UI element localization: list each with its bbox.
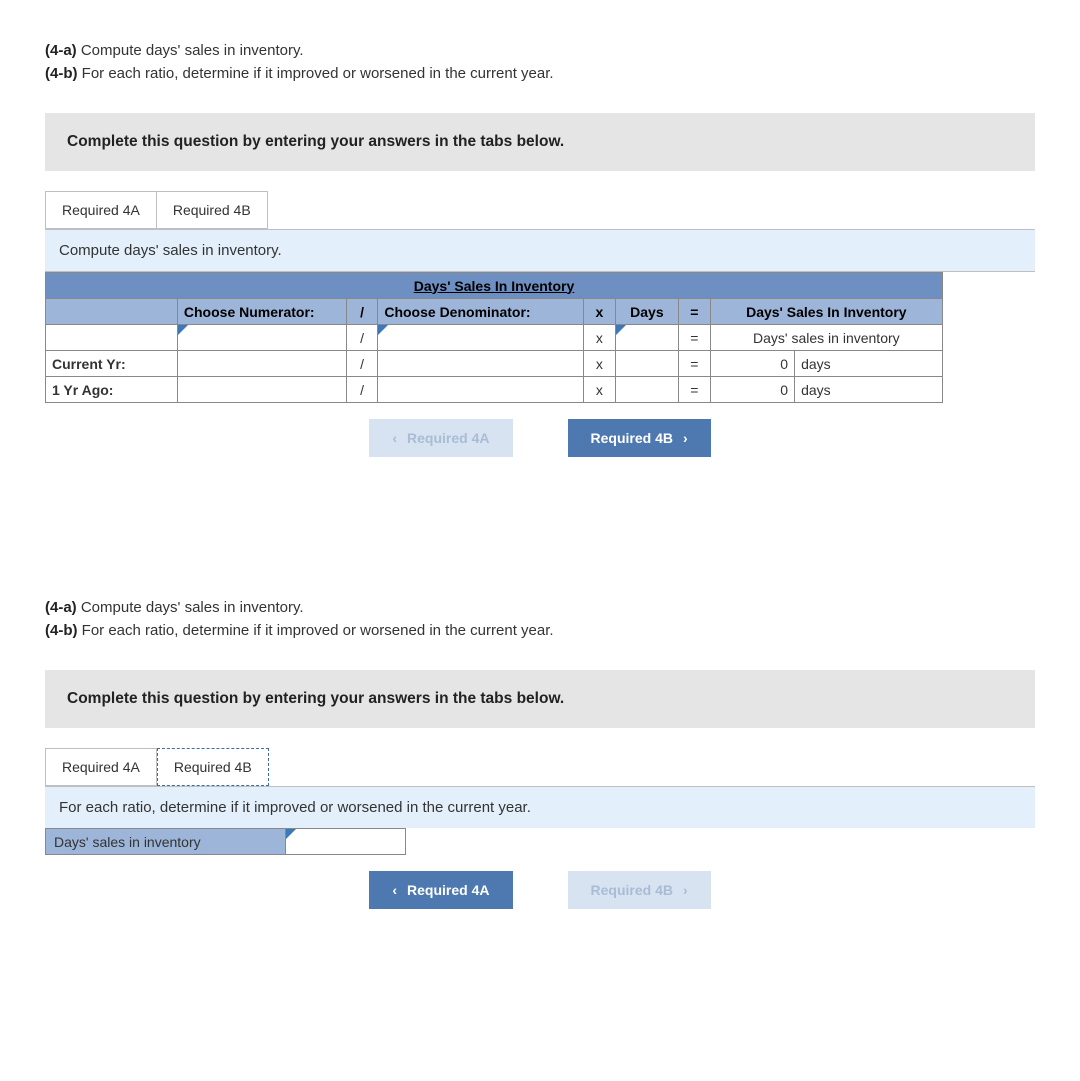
dropdown-icon bbox=[286, 829, 296, 839]
question-prompt: (4-a) Compute days' sales in inventory. … bbox=[45, 597, 1035, 642]
tag-4b: (4-b) bbox=[45, 65, 78, 82]
tab-required-4a[interactable]: Required 4A bbox=[45, 748, 157, 786]
prev-required-4a-button[interactable]: ‹ Required 4A bbox=[369, 871, 512, 909]
row2-x: x bbox=[584, 377, 616, 403]
next-required-4b-button: Required 4B › bbox=[568, 871, 711, 909]
next-label: Required 4B bbox=[591, 882, 673, 898]
table-title: Days' Sales In Inventory bbox=[46, 273, 943, 299]
hdr-eq: = bbox=[679, 299, 711, 325]
row0-denominator-input[interactable] bbox=[378, 325, 584, 351]
row1-slash: / bbox=[346, 351, 378, 377]
ratio-label: Days' sales in inventory bbox=[46, 829, 286, 855]
row2-eq: = bbox=[679, 377, 711, 403]
dropdown-icon bbox=[378, 325, 388, 335]
row0-result: Days' sales in inventory bbox=[710, 325, 942, 351]
row1-denominator-input[interactable] bbox=[378, 351, 584, 377]
sub-instruction: For each ratio, determine if it improved… bbox=[45, 786, 1035, 828]
instruction-bar: Complete this question by entering your … bbox=[45, 113, 1035, 171]
prev-label: Required 4A bbox=[407, 882, 489, 898]
row1-value: 0 bbox=[710, 351, 794, 377]
instruction-bar: Complete this question by entering your … bbox=[45, 670, 1035, 728]
days-sales-inventory-table: Days' Sales In Inventory Choose Numerato… bbox=[45, 272, 943, 403]
row1-x: x bbox=[584, 351, 616, 377]
row1-days-input[interactable] bbox=[615, 351, 678, 377]
row0-x: x bbox=[584, 325, 616, 351]
row0-label bbox=[46, 325, 178, 351]
dropdown-icon bbox=[178, 325, 188, 335]
row1-eq: = bbox=[679, 351, 711, 377]
row0-eq: = bbox=[679, 325, 711, 351]
row0-days-input[interactable] bbox=[615, 325, 678, 351]
tab-required-4a[interactable]: Required 4A bbox=[45, 191, 157, 229]
hdr-result: Days' Sales In Inventory bbox=[710, 299, 942, 325]
row1-numerator-input[interactable] bbox=[177, 351, 346, 377]
hdr-x: x bbox=[584, 299, 616, 325]
hdr-numerator: Choose Numerator: bbox=[177, 299, 346, 325]
next-label: Required 4B bbox=[591, 430, 673, 446]
hdr-days: Days bbox=[615, 299, 678, 325]
row2-denominator-input[interactable] bbox=[378, 377, 584, 403]
text-4a: Compute days' sales in inventory. bbox=[81, 599, 304, 616]
row0-slash: / bbox=[346, 325, 378, 351]
row2-slash: / bbox=[346, 377, 378, 403]
row2-value: 0 bbox=[710, 377, 794, 403]
hdr-slash: / bbox=[346, 299, 378, 325]
chevron-right-icon: › bbox=[683, 882, 688, 898]
row0-numerator-input[interactable] bbox=[177, 325, 346, 351]
row2-numerator-input[interactable] bbox=[177, 377, 346, 403]
text-4a: Compute days' sales in inventory. bbox=[81, 42, 304, 59]
text-4b: For each ratio, determine if it improved… bbox=[82, 65, 554, 82]
question-prompt: (4-a) Compute days' sales in inventory. … bbox=[45, 40, 1035, 85]
tag-4a: (4-a) bbox=[45, 599, 77, 616]
sub-instruction: Compute days' sales in inventory. bbox=[45, 229, 1035, 271]
nav-buttons-4a: ‹ Required 4A Required 4B › bbox=[45, 419, 1035, 457]
hdr-denominator: Choose Denominator: bbox=[378, 299, 584, 325]
tabs: Required 4A Required 4B bbox=[45, 191, 1035, 229]
tabs: Required 4A Required 4B bbox=[45, 748, 1035, 786]
row2-days-input[interactable] bbox=[615, 377, 678, 403]
section-4b: (4-a) Compute days' sales in inventory. … bbox=[45, 597, 1035, 909]
row2-label: 1 Yr Ago: bbox=[46, 377, 178, 403]
tag-4b: (4-b) bbox=[45, 622, 78, 639]
row1-label: Current Yr: bbox=[46, 351, 178, 377]
ratio-trend-input[interactable] bbox=[286, 829, 406, 855]
ratio-trend-table: Days' sales in inventory bbox=[45, 828, 406, 855]
hdr-blank bbox=[46, 299, 178, 325]
tag-4a: (4-a) bbox=[45, 42, 77, 59]
prev-required-4a-button: ‹ Required 4A bbox=[369, 419, 512, 457]
chevron-left-icon: ‹ bbox=[392, 882, 397, 898]
dropdown-icon bbox=[616, 325, 626, 335]
section-4a: (4-a) Compute days' sales in inventory. … bbox=[45, 40, 1035, 457]
text-4b: For each ratio, determine if it improved… bbox=[82, 622, 554, 639]
next-required-4b-button[interactable]: Required 4B › bbox=[568, 419, 711, 457]
tab-required-4b[interactable]: Required 4B bbox=[157, 191, 268, 229]
chevron-right-icon: › bbox=[683, 430, 688, 446]
nav-buttons-4b: ‹ Required 4A Required 4B › bbox=[45, 871, 1035, 909]
row1-unit: days bbox=[795, 351, 943, 377]
row2-unit: days bbox=[795, 377, 943, 403]
prev-label: Required 4A bbox=[407, 430, 489, 446]
tab-required-4b[interactable]: Required 4B bbox=[157, 748, 269, 786]
chevron-left-icon: ‹ bbox=[392, 430, 397, 446]
